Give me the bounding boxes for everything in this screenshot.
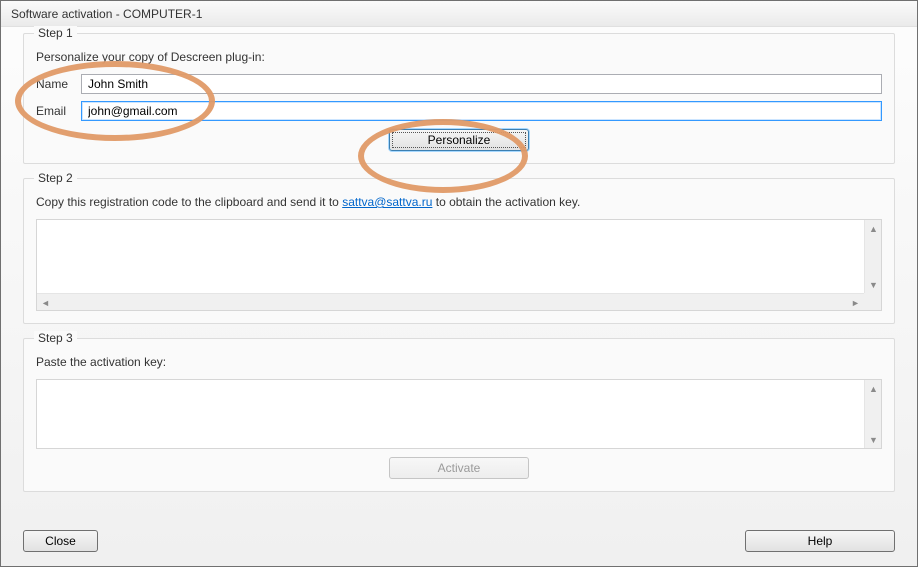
step1-title: Step 1: [34, 26, 77, 40]
step2-instruction: Copy this registration code to the clipb…: [36, 195, 882, 209]
activation-key-textarea[interactable]: [37, 380, 864, 448]
activation-key-box: ▲ ▼: [36, 379, 882, 449]
activate-row: Activate: [36, 457, 882, 479]
step3-group: Step 3 Paste the activation key: ▲ ▼ Act…: [23, 338, 895, 492]
content-area: Step 1 Personalize your copy of Descreen…: [1, 27, 917, 516]
scroll-down-icon: ▼: [865, 431, 882, 448]
personalize-button[interactable]: Personalize: [389, 129, 529, 151]
email-row: Email: [36, 101, 882, 121]
step2-title: Step 2: [34, 171, 77, 185]
activate-button[interactable]: Activate: [389, 457, 529, 479]
scroll-left-icon: ◄: [37, 294, 54, 311]
footer: Close Help: [23, 530, 895, 552]
support-email-link[interactable]: sattva@sattva.ru: [342, 195, 432, 209]
activation-window: Software activation - COMPUTER-1 Step 1 …: [0, 0, 918, 567]
step2-group: Step 2 Copy this registration code to th…: [23, 178, 895, 324]
registration-code-box: ▲ ▼ ◄ ►: [36, 219, 882, 311]
act-key-scrollbar-v[interactable]: ▲ ▼: [864, 380, 881, 448]
email-input[interactable]: [81, 101, 882, 121]
scroll-right-icon: ►: [847, 294, 864, 311]
reg-code-scrollbar-v[interactable]: ▲ ▼: [864, 220, 881, 293]
step2-instruction-post: to obtain the activation key.: [432, 195, 580, 209]
window-title: Software activation - COMPUTER-1: [1, 1, 917, 27]
step2-instruction-pre: Copy this registration code to the clipb…: [36, 195, 342, 209]
email-label: Email: [36, 104, 81, 118]
scroll-corner: [864, 293, 881, 310]
personalize-row: Personalize: [36, 129, 882, 151]
name-row: Name: [36, 74, 882, 94]
step1-instruction: Personalize your copy of Descreen plug-i…: [36, 50, 882, 64]
step3-title: Step 3: [34, 331, 77, 345]
help-button[interactable]: Help: [745, 530, 895, 552]
name-input[interactable]: [81, 74, 882, 94]
reg-code-scrollbar-h[interactable]: ◄ ►: [37, 293, 864, 310]
step3-instruction: Paste the activation key:: [36, 355, 882, 369]
name-label: Name: [36, 77, 81, 91]
registration-code-textarea[interactable]: [37, 220, 864, 293]
step1-group: Step 1 Personalize your copy of Descreen…: [23, 33, 895, 164]
close-button[interactable]: Close: [23, 530, 98, 552]
scroll-up-icon: ▲: [865, 380, 882, 397]
scroll-up-icon: ▲: [865, 220, 882, 237]
scroll-down-icon: ▼: [865, 276, 882, 293]
